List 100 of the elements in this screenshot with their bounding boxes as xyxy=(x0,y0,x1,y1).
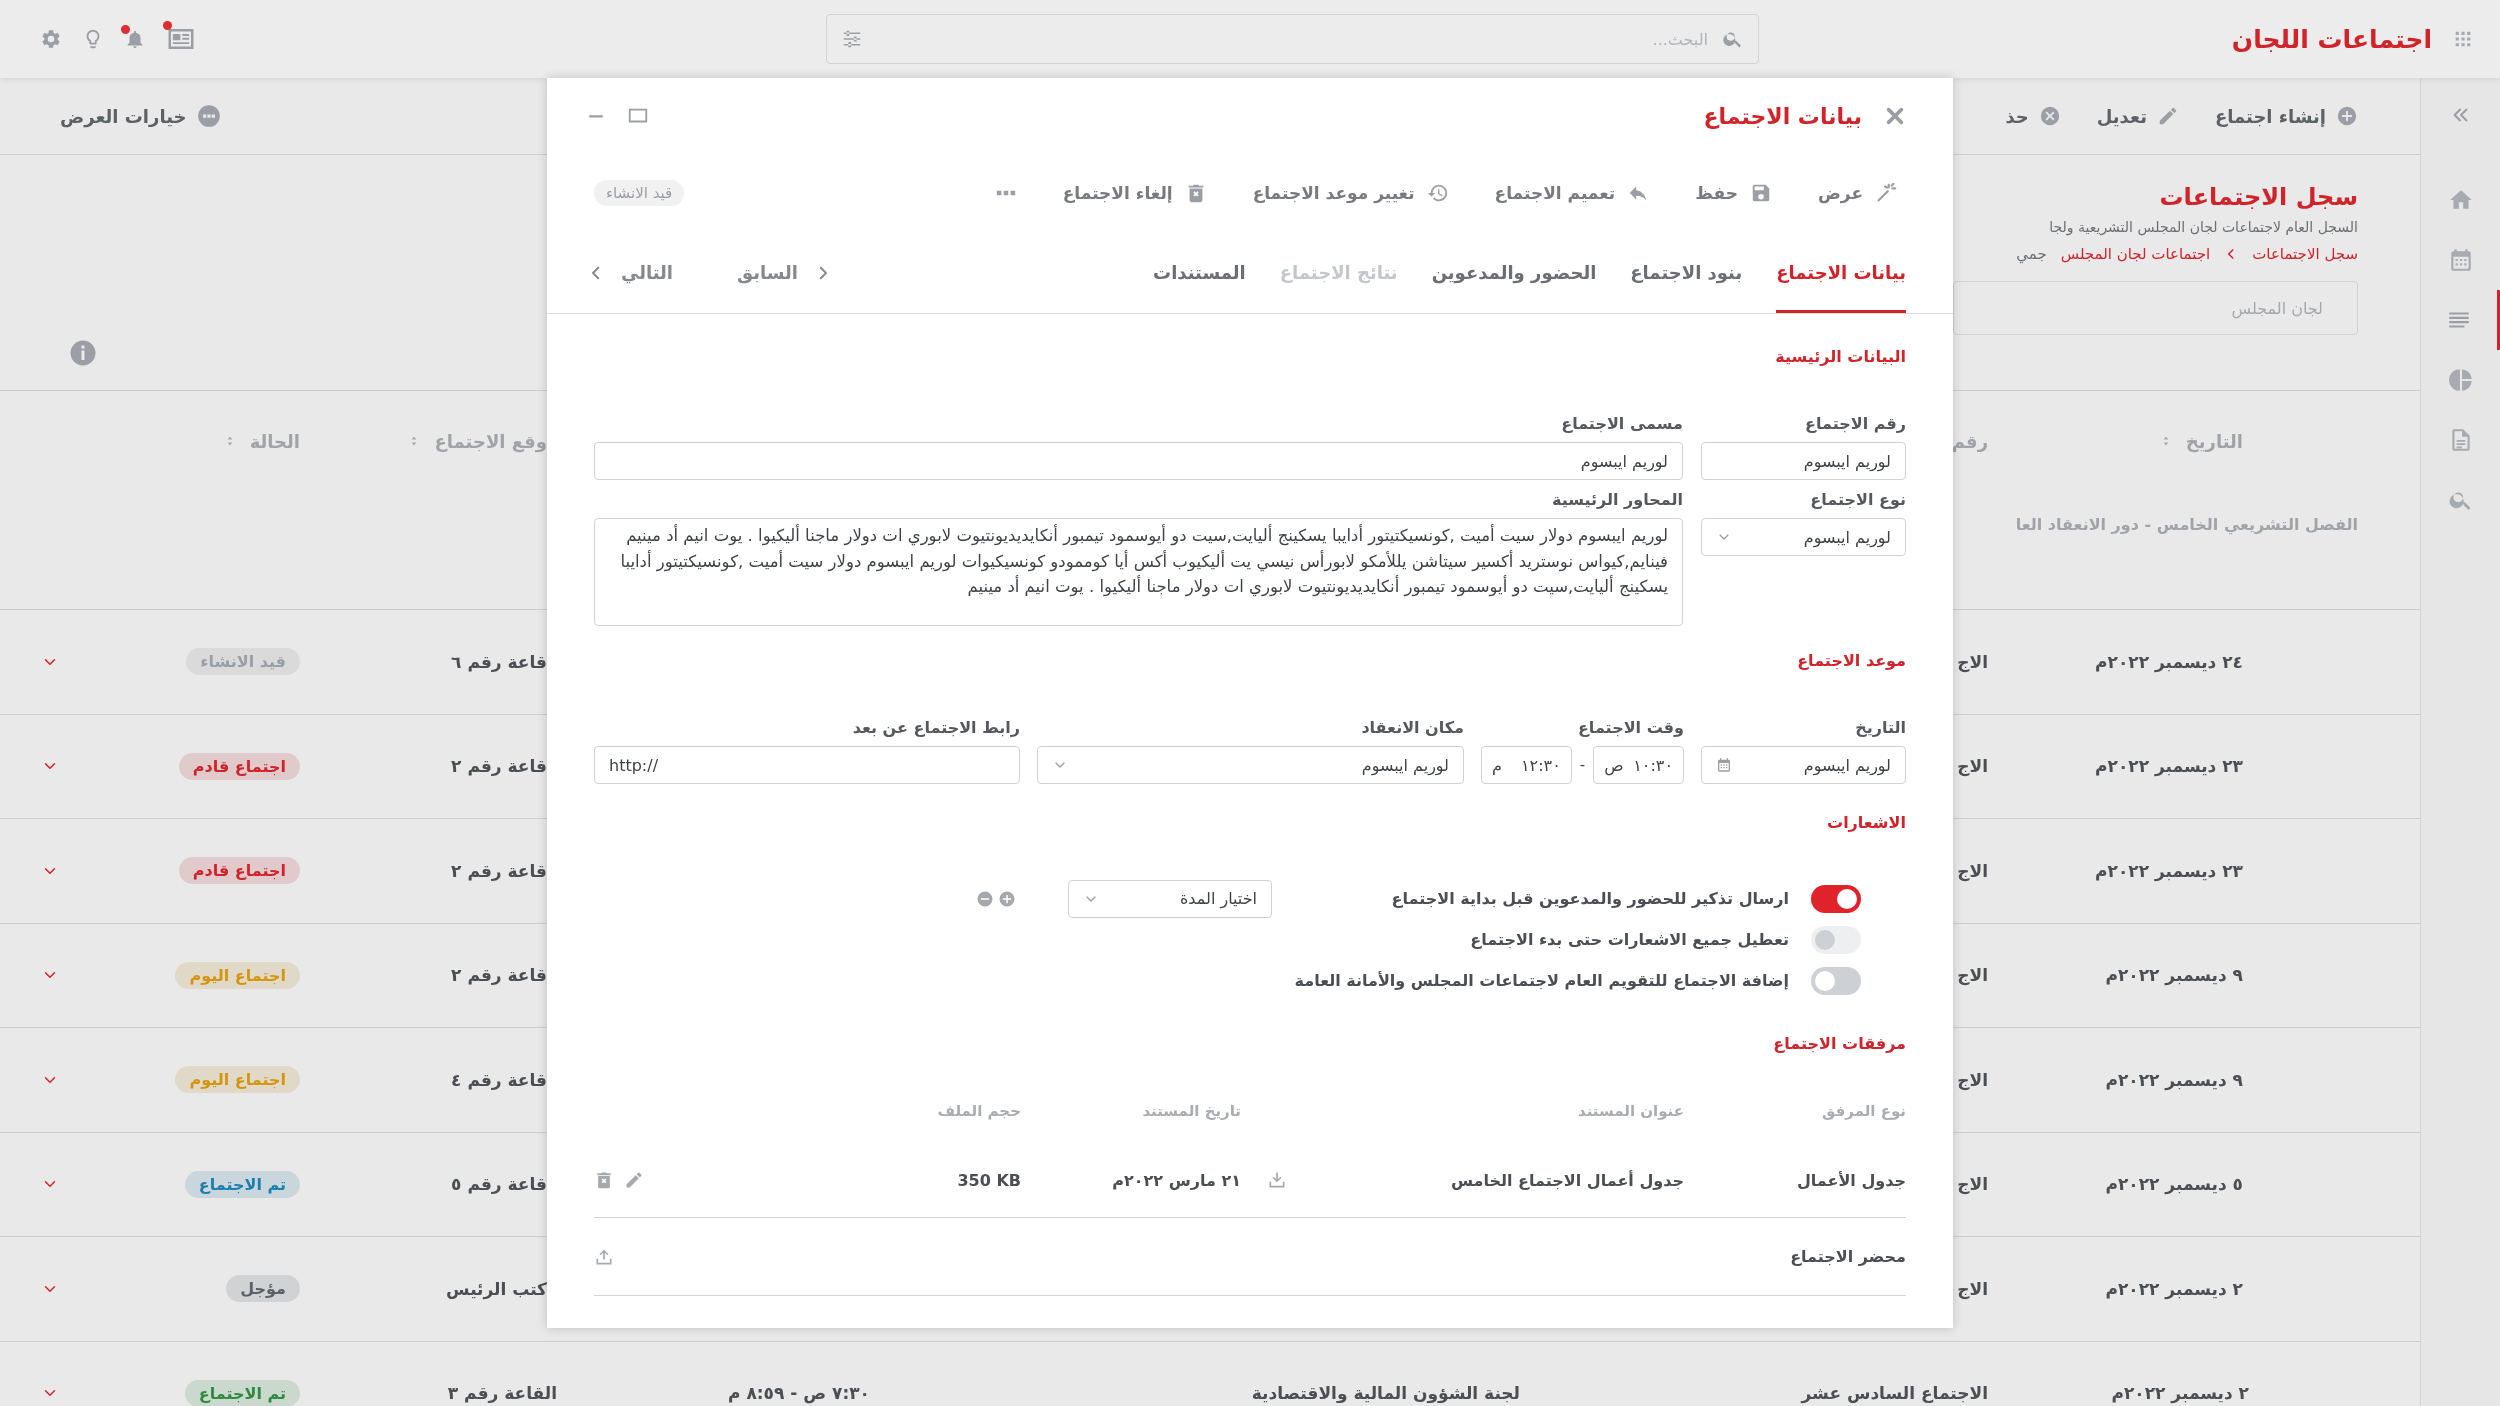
end-time-field[interactable]: ١٢:٣٠ م xyxy=(1481,746,1572,784)
breadcrumb-link[interactable]: اجتماعات لجان المجلس xyxy=(2060,245,2211,263)
toolbar-button[interactable]: عرض xyxy=(1817,182,1897,204)
pie-chart-icon xyxy=(2447,367,2474,393)
meeting-link-field[interactable]: http:// xyxy=(594,746,1020,784)
attachment-type: جدول الأعمال xyxy=(1795,1170,1906,1190)
field-label: وقت الاجتماع xyxy=(1577,717,1684,739)
date-cell-text: ٢ ديسمبر ٢٠٢٢م xyxy=(2110,1383,2249,1404)
plus-icon xyxy=(2336,105,2358,127)
section-title: البيانات الرئيسية xyxy=(1774,346,1906,368)
column-header: تاريخ المستند xyxy=(1141,1101,1241,1122)
status-badge: اجتماع اليوم xyxy=(175,1066,300,1094)
toggle-label: تعطيل جميع الاشعارات حتى بدء الاجتماع xyxy=(1469,930,1789,949)
toolbar-button[interactable]: إلغاء الاجتماع xyxy=(1062,182,1207,204)
date-cell-text: ٥ ديسمبر ٢٠٢٢م xyxy=(2104,1174,2243,1195)
time-cell-text: ٧:٣٠ ص - ٨:٥٩ م xyxy=(727,1383,870,1404)
table-cell-text: الاج xyxy=(1956,651,1988,672)
document-date: ٢١ مارس ٢٠٢٢م xyxy=(1111,1170,1241,1190)
toggle-label: إضافة الاجتماع للتقويم العام لاجتماعات المجلس والأمانة العامة xyxy=(1294,971,1789,990)
meeting-name-field[interactable]: لوريم ايبسوم xyxy=(594,442,1683,480)
app-title: اجتماعات اللجان xyxy=(2231,24,2432,54)
remove-icon[interactable] xyxy=(976,889,994,908)
tab[interactable]: الحضور والمدعوين xyxy=(1431,232,1597,313)
location-cell-text: قاعة رقم ٢ xyxy=(450,860,547,881)
edit-icon[interactable] xyxy=(624,1170,644,1190)
info-icon[interactable] xyxy=(68,338,98,368)
column-header: نوع المرفق xyxy=(1821,1101,1906,1122)
field-label: المحاور الرئيسية xyxy=(1552,489,1683,511)
dialog-title: بيانات الاجتماع xyxy=(1703,103,1862,129)
tab[interactable]: بيانات الاجتماع xyxy=(1776,232,1906,313)
tab[interactable]: بنود الاجتماع xyxy=(1630,232,1743,313)
file-size: 350 KB xyxy=(957,1170,1021,1190)
date-cell-text: ٢٤ ديسمبر ٢٠٢٢م xyxy=(2094,651,2243,672)
status-badge: قيد الانشاء xyxy=(186,648,300,676)
table-cell-text: الاج xyxy=(1956,965,1988,986)
date-cell-text: ٢٣ ديسمبر ٢٠٢٢م xyxy=(2094,756,2243,777)
section-title: مرفقات الاجتماع xyxy=(1772,1033,1906,1055)
venue-select[interactable]: لوريم ايبسوم xyxy=(1037,746,1464,784)
toolbar-button[interactable]: حفظ xyxy=(1695,182,1772,204)
date-cell-text: ٢٣ ديسمبر ٢٠٢٢م xyxy=(2094,860,2243,881)
settings-icon[interactable] xyxy=(40,28,62,50)
field-label: رابط الاجتماع عن بعد xyxy=(852,717,1020,739)
document-title: جدول أعمال الاجتماع الخامس xyxy=(1450,1170,1684,1190)
toggle-switch[interactable] xyxy=(1811,884,1861,913)
toolbar-button[interactable]: حذ xyxy=(2005,105,2061,127)
field-label: مكان الانعقاد xyxy=(1361,717,1464,739)
table-cell-text: الاج xyxy=(1956,1278,1988,1299)
status-badge: تم الاجتماع xyxy=(184,1170,300,1198)
group-heading: الفصل التشريعي الخامس - دور الانعقاد العا xyxy=(2015,515,2358,534)
toolbar-button[interactable]: تغيير موعد الاجتماع xyxy=(1252,182,1449,204)
download-icon[interactable] xyxy=(1267,1170,1287,1190)
attachment-type: محضر الاجتماع xyxy=(1789,1247,1906,1266)
table-cell-text: الاج xyxy=(1956,1069,1988,1090)
status-badge: اجتماع قادم xyxy=(178,857,300,885)
time-separator: - xyxy=(1579,756,1586,774)
location-cell-text: قاعة رقم ٢ xyxy=(450,756,547,777)
status-badge: مؤجل xyxy=(226,1275,300,1303)
topics-field[interactable]: لوريم ايبسوم دولار سيت أميت ,كونسيكتيتور أدايبا يسكينج أليايت,سيت دو أيوسمود تيمبور أنكايديديونتيوت لابوري ات دولار ماجنا أليكيوا . يوت انيم أد مينيم فينايم,كيواس نوستريد أكسير سيتاشن يللأمكو لابورأس نيسي يت أليكيوب أكس أيا كوممودو كونسيكيوات لوريم ايبسوم دولار سيت أميت ,كونسيكتيتور أدايبا يسكينج أليايت,سيت دو أيوسمود تيمبور أنكايديديونتيوت لابوري ات دولار ماجنا أليكيوا . يوت انيم أد مينيم xyxy=(594,518,1683,626)
add-icon[interactable] xyxy=(998,889,1016,908)
toggle-switch[interactable] xyxy=(1811,966,1861,995)
status-badge: اجتماع قادم xyxy=(178,752,300,780)
meeting-number-field[interactable]: لوريم ايبسوم xyxy=(1701,442,1906,480)
history-icon xyxy=(1426,182,1449,204)
breadcrumb-link[interactable]: سجل الاجتماعات xyxy=(2252,245,2358,263)
close-icon[interactable] xyxy=(1884,105,1906,127)
location-cell-text: قاعة رقم ٦ xyxy=(450,651,547,672)
column-header: حجم الملف xyxy=(936,1101,1021,1122)
field-label: نوع الاجتماع xyxy=(1810,489,1906,511)
table-cell-text: الاج xyxy=(1956,860,1988,881)
next-button[interactable]: التالي xyxy=(587,232,673,313)
table-cell-text: الاج xyxy=(1956,1174,1988,1195)
previous-button[interactable]: السابق xyxy=(737,232,832,313)
location-cell-text: قاعة رقم ٢ xyxy=(450,965,547,986)
section-title: موعد الاجتماع xyxy=(1796,650,1906,672)
status-badge: قيد الانشاء xyxy=(594,180,685,206)
date-field[interactable]: لوريم ايبسوم xyxy=(1701,746,1906,784)
start-time-field[interactable]: ١٠:٣٠ ص xyxy=(1593,746,1684,784)
location-cell-text: قاعة رقم ٥ xyxy=(450,1174,547,1195)
page-subtitle: السجل العام لاجتماعات لجان المجلس التشريعية ولجا xyxy=(2048,218,2358,237)
search-placeholder: البحث... xyxy=(1651,29,1708,49)
filter-sliders-icon[interactable] xyxy=(841,28,863,50)
meeting-type-select[interactable]: لوريم ايبسوم xyxy=(1701,518,1906,556)
view-options-button[interactable]: خيارات العرض xyxy=(60,103,223,129)
date-cell-text: ٢ ديسمبر ٢٠٢٢م xyxy=(2104,1278,2243,1299)
table-cell-text: الاجتماع السادس عشر xyxy=(1799,1383,1988,1404)
status-badge: تم الاجتماع xyxy=(184,1379,300,1406)
toggle-label: ارسال تذكير للحضور والمدعوين قبل بداية الاجتماع xyxy=(1390,889,1789,908)
tab[interactable]: المستندات xyxy=(1153,232,1246,313)
section-title: الاشعارات xyxy=(1826,812,1906,834)
field-label: التاريخ xyxy=(1855,717,1906,739)
magic-wand-icon xyxy=(1875,182,1897,204)
breadcrumb-text: جمي xyxy=(2016,245,2047,263)
toolbar-button[interactable]: تعديل xyxy=(2096,105,2179,127)
duration-select[interactable]: اختيار المدة xyxy=(1068,879,1272,918)
delete-icon[interactable] xyxy=(594,1170,614,1190)
date-cell-text: ٩ ديسمبر ٢٠٢٢م xyxy=(2104,1069,2243,1090)
location-cell-text: قاعة رقم ٤ xyxy=(450,1069,547,1090)
toolbar-button[interactable]: إنشاء اجتماع xyxy=(2214,105,2358,127)
date-cell-text: ٩ ديسمبر ٢٠٢٢م xyxy=(2104,965,2243,986)
toolbar-button[interactable]: تعميم الاجتماع xyxy=(1494,182,1650,204)
